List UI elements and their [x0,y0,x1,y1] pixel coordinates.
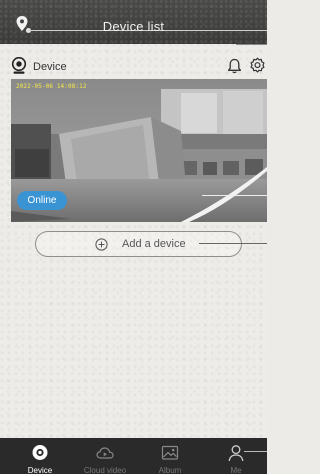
page-title: Device list [102,19,165,34]
tab-device[interactable]: Device [10,438,70,474]
tab-cloud-video[interactable]: Cloud video [75,438,135,474]
camera-preview[interactable]: 2022-05-06 14:08:12 Online [11,79,267,222]
tab-bar-line [244,451,267,452]
album-icon [161,445,179,460]
tab-album[interactable]: Album [140,438,200,474]
person-icon [228,445,244,462]
tab-me-label: Me [230,466,242,474]
tab-cloud-video-label: Cloud video [83,466,127,474]
device-name: Device [33,61,67,73]
add-device-button[interactable]: Add a device [35,231,242,257]
online-status-badge: Online [17,191,67,210]
add-device-label: Add a device [122,238,186,250]
bell-icon[interactable] [227,58,242,74]
snapshot-timestamp: 2022-05-06 14:08:12 [16,83,87,90]
bottom-tab-bar: Device Cloud video Album Me [0,438,267,474]
plus-circle-icon [95,238,108,251]
tab-device-label: Device [27,466,53,474]
device-tab-icon [32,445,48,460]
tab-me[interactable]: Me [206,438,266,474]
preview-line [202,195,267,196]
device-card-header: Device [8,44,267,78]
device-card[interactable]: Device 2022-05-06 14:08:12 Online [8,44,267,222]
top-header: Device list [0,0,267,44]
tab-album-label: Album [158,466,182,474]
gear-icon[interactable] [249,57,266,74]
card-header-line [236,44,267,45]
cloud-video-icon [96,447,114,459]
camera-icon [11,57,27,74]
app-screen: Device list Device 2022-05-06 14:08:12 O… [0,0,267,474]
add-device-line [199,243,267,244]
